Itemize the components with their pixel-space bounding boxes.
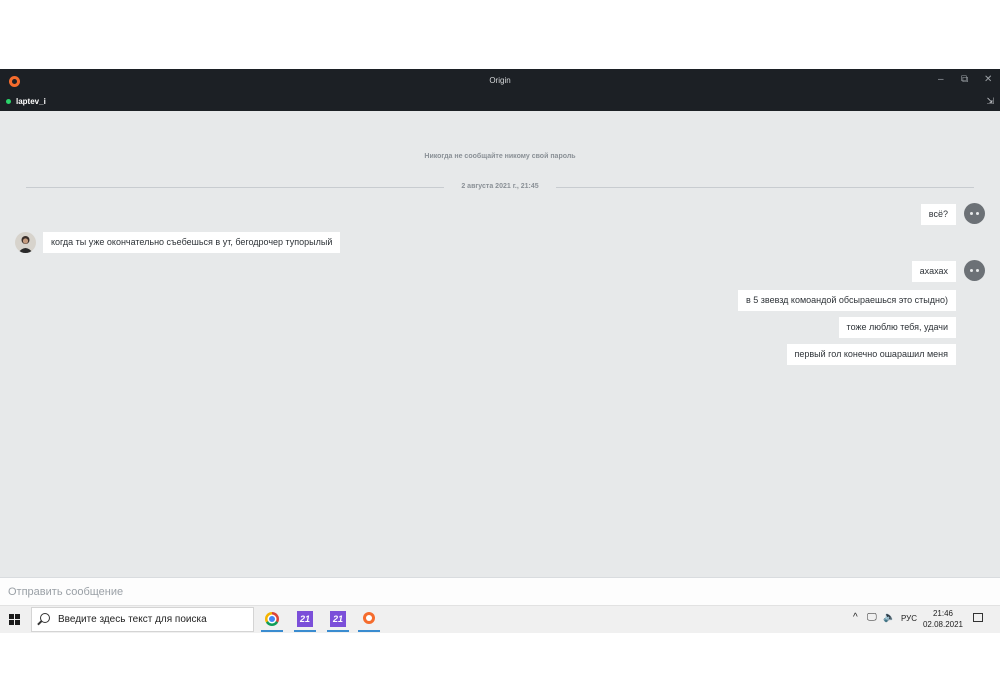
taskbar-search[interactable]: Введите здесь текст для поиска xyxy=(31,607,254,632)
close-button[interactable]: ✕ xyxy=(984,74,992,86)
outgoing-message: в 5 звевзд комоандой обсыраешься это сты… xyxy=(737,290,956,311)
date-separator: 2 августа 2021 г., 21:45 xyxy=(26,183,974,193)
clock[interactable]: 21:46 02.08.2021 xyxy=(918,608,968,630)
clock-date: 02.08.2021 xyxy=(922,620,964,629)
chat-user[interactable]: laptev_i xyxy=(6,97,46,106)
outgoing-message: первый гол конечно ошарашил меня xyxy=(786,344,956,365)
taskbar-app-21[interactable]: 21 xyxy=(292,608,318,632)
taskbar-origin[interactable] xyxy=(356,608,382,632)
active-indicator xyxy=(358,630,380,632)
my-avatar[interactable] xyxy=(964,203,985,224)
restore-button[interactable]: ⧉ xyxy=(961,74,968,86)
volume-icon[interactable]: 🔈 xyxy=(883,612,895,623)
clock-time: 21:46 xyxy=(932,609,954,618)
person-photo-icon xyxy=(18,236,33,253)
search-placeholder: Введите здесь текст для поиска xyxy=(58,614,207,625)
outgoing-message: всё? xyxy=(920,204,956,225)
avatar-eye xyxy=(976,212,979,215)
date-label: 2 августа 2021 г., 21:45 xyxy=(461,183,539,190)
avatar-eye xyxy=(970,212,973,215)
taskbar-chrome[interactable] xyxy=(259,608,285,632)
security-notice: Никогда не сообщайте никому свой пароль xyxy=(424,153,576,160)
outgoing-message: ахахах xyxy=(911,261,956,282)
online-status-icon xyxy=(6,99,11,104)
avatar-eye xyxy=(976,269,979,272)
minimize-button[interactable]: – xyxy=(938,74,944,86)
message-composer xyxy=(0,577,1000,605)
app-21-icon: 21 xyxy=(297,611,313,627)
contact-avatar[interactable] xyxy=(15,232,36,253)
popout-icon[interactable]: ⇲ xyxy=(986,96,994,107)
windows-taskbar: Введите здесь текст для поиска 21 21 ^ 🖵… xyxy=(0,605,1000,633)
taskbar-app-21[interactable]: 21 xyxy=(325,608,351,632)
notification-icon[interactable] xyxy=(973,613,983,622)
active-indicator xyxy=(327,630,349,632)
search-icon xyxy=(40,613,50,623)
windows-start-icon[interactable] xyxy=(9,614,21,626)
username: laptev_i xyxy=(16,97,46,106)
active-indicator xyxy=(294,630,316,632)
title-bar: Origin – ⧉ ✕ laptev_i ⇲ xyxy=(0,69,1000,111)
avatar-eye xyxy=(970,269,973,272)
active-indicator xyxy=(261,630,283,632)
window-title: Origin xyxy=(489,76,511,85)
my-avatar[interactable] xyxy=(964,260,985,281)
outgoing-message: тоже люблю тебя, удачи xyxy=(838,317,956,338)
chevron-up-icon[interactable]: ^ xyxy=(853,612,858,623)
network-icon[interactable]: 🖵 xyxy=(867,612,877,623)
incoming-message: когда ты уже окончательно съебешься в ут… xyxy=(43,232,341,253)
app-21-icon: 21 xyxy=(330,611,346,627)
language-indicator[interactable]: РУС xyxy=(901,614,917,623)
origin-icon xyxy=(363,612,375,624)
chrome-icon xyxy=(265,612,279,626)
message-input[interactable] xyxy=(0,578,1000,605)
